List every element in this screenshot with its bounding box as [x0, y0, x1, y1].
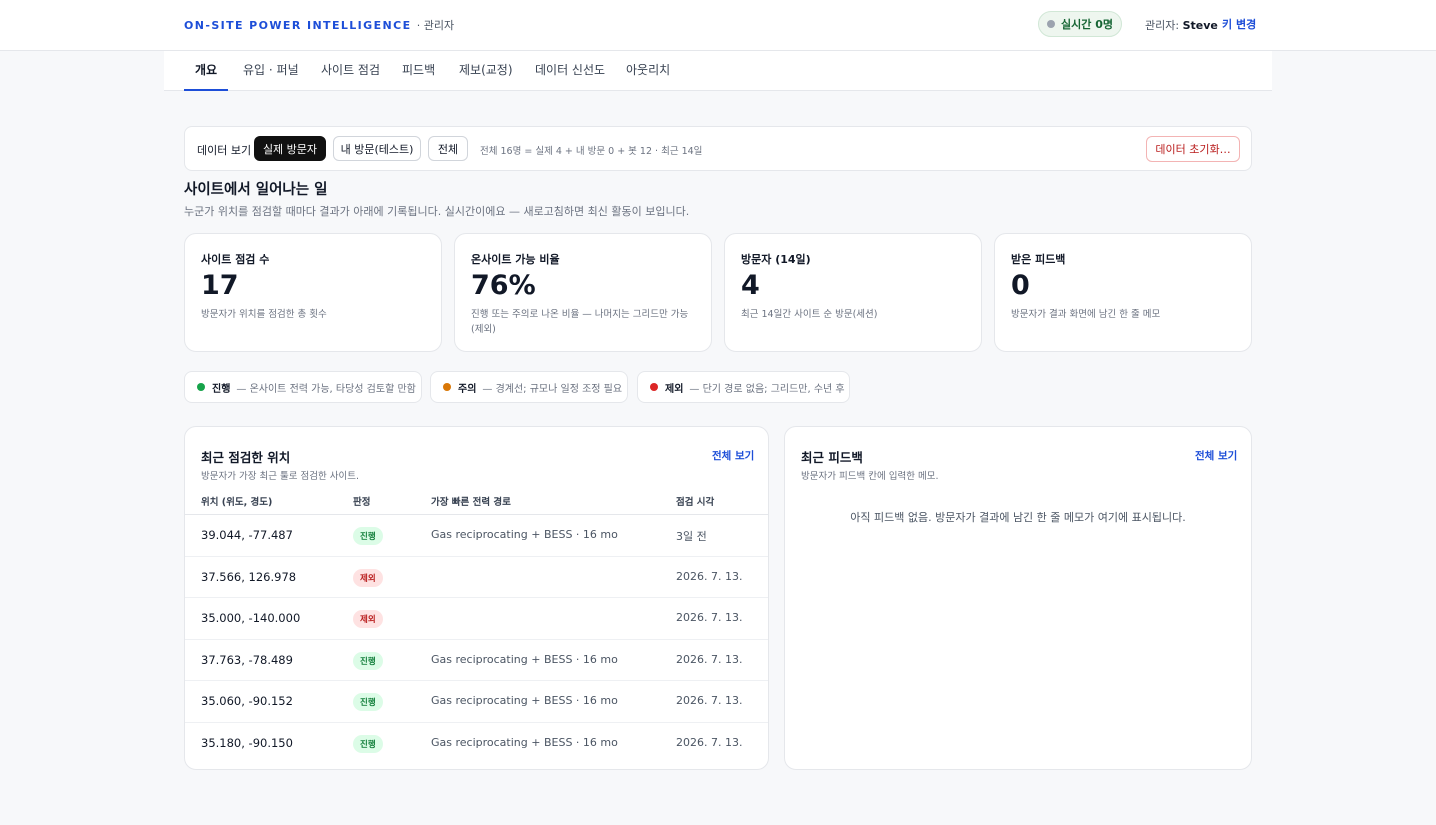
- key-change-link[interactable]: 키 변경: [1222, 16, 1256, 32]
- kpi-label: 사이트 점검 수: [201, 253, 270, 266]
- feedback-empty-state: 아직 피드백 없음. 방문자가 결과에 남긴 한 줄 메모가 여기에 표시됩니다…: [850, 511, 1186, 524]
- verdict-badge: 진행: [353, 734, 383, 753]
- brand: ON-SITE POWER INTELLIGENCE · 관리자: [184, 17, 454, 33]
- filter-real-visitors-button[interactable]: 실제 방문자: [254, 136, 326, 161]
- tab-data-freshness[interactable]: 데이터 신선도: [535, 51, 605, 91]
- section-description: 누군가 위치를 점검할 때마다 결과가 아래에 기록됩니다. 실시간이에요 — …: [184, 205, 690, 218]
- row-time: 2026. 7. 13.: [676, 569, 743, 583]
- section-title: 사이트에서 일어나는 일: [184, 182, 328, 198]
- filter-label: 데이터 보기: [197, 144, 252, 157]
- kpi-label: 받은 피드백: [1011, 253, 1066, 266]
- filter-my-visits-button[interactable]: 내 방문(테스트): [333, 136, 421, 161]
- recent-feedback-subtitle: 방문자가 피드백 칸에 입력한 메모.: [801, 471, 939, 482]
- kpi-card-onsite-ratio: 온사이트 가능 비율 76% 진행 또는 주의로 나온 비율 — 나머지는 그리…: [454, 233, 712, 352]
- row-location: 37.763, -78.489: [201, 652, 293, 667]
- live-visitors-badge: 실시간 0명: [1038, 11, 1122, 37]
- kpi-value: 17: [201, 270, 239, 301]
- kpi-card-feedback: 받은 피드백 0 방문자가 결과 화면에 남긴 한 줄 메모: [994, 233, 1252, 352]
- kpi-card-site-checks: 사이트 점검 수 17 방문자가 위치를 점검한 총 횟수: [184, 233, 442, 352]
- legend-desc: — 단기 경로 없음; 그리드만, 수년 후: [689, 383, 845, 395]
- legend-dot-excluded-icon: [650, 383, 658, 391]
- row-location: 35.180, -90.150: [201, 735, 293, 750]
- verdict-badge: 진행: [353, 693, 383, 711]
- tab-inflow-funnel[interactable]: 유입 · 퍼널: [243, 51, 299, 91]
- tab-feedback[interactable]: 피드백: [402, 51, 435, 91]
- table-row[interactable]: 35.000, -140.000 제외 2026. 7. 13.: [185, 598, 768, 640]
- tab-reports[interactable]: 제보(교정): [459, 51, 513, 91]
- admin-info: 관리자: Steve: [1145, 17, 1218, 33]
- row-route: Gas reciprocating + BESS · 16 mo: [431, 735, 618, 749]
- filter-summary: 전체 16명 = 실제 4 + 내 방문 0 + 봇 12 · 최근 14일: [480, 146, 703, 157]
- data-view-filter: 데이터 보기 실제 방문자 내 방문(테스트) 전체 전체 16명 = 실제 4…: [184, 126, 1252, 171]
- row-route: Gas reciprocating + BESS · 16 mo: [431, 652, 618, 666]
- legend-name: 주의: [458, 383, 477, 395]
- legend-name: 제외: [665, 383, 684, 395]
- brand-title: ON-SITE POWER INTELLIGENCE: [184, 19, 412, 32]
- kpi-value: 0: [1011, 270, 1030, 301]
- row-time: 2026. 7. 13.: [676, 611, 743, 624]
- row-location: 39.044, -77.487: [201, 528, 293, 542]
- table-row[interactable]: 39.044, -77.487 진행 Gas reciprocating + BES…: [185, 515, 768, 557]
- filter-all-button[interactable]: 전체: [428, 136, 468, 161]
- legend-excluded: 제외 — 단기 경로 없음; 그리드만, 수년 후: [637, 371, 850, 403]
- row-time: 3일 전: [676, 530, 707, 543]
- legend-dot-go-icon: [197, 383, 205, 391]
- kpi-description: 진행 또는 주의로 나온 비율 — 나머지는 그리드만 가능(제외): [471, 309, 689, 335]
- kpi-label: 온사이트 가능 비율: [471, 253, 560, 266]
- verdict-badge: 진행: [353, 527, 383, 545]
- reset-data-button[interactable]: 데이터 초기화…: [1146, 136, 1240, 162]
- row-location: 35.000, -140.000: [201, 611, 301, 625]
- row-location: 37.566, 126.978: [201, 569, 297, 584]
- kpi-value: 4: [741, 270, 760, 301]
- recent-sites-title: 최근 점검한 위치: [201, 450, 291, 465]
- table-row[interactable]: 37.763, -78.489 진행 Gas reciprocating + BES…: [185, 640, 768, 681]
- legend-dot-caution-icon: [443, 383, 451, 391]
- legend-name: 진행: [212, 383, 231, 395]
- column-header-location: 위치 (위도, 경도): [201, 497, 273, 508]
- recent-feedback-title: 최근 피드백: [801, 450, 863, 465]
- verdict-badge: 진행: [353, 651, 383, 670]
- column-header-route: 가장 빠른 전력 경로: [431, 497, 511, 508]
- recent-feedback-view-all-link[interactable]: 전체 보기: [1195, 448, 1237, 463]
- kpi-value: 76%: [471, 270, 536, 301]
- row-time: 2026. 7. 13.: [676, 735, 743, 749]
- recent-sites-subtitle: 방문자가 가장 최근 툴로 점검한 사이트.: [201, 471, 359, 482]
- tab-site-check[interactable]: 사이트 점검: [321, 51, 380, 91]
- tab-overview[interactable]: 개요: [184, 51, 228, 91]
- verdict-badge: 제외: [353, 568, 383, 587]
- legend-go: 진행 — 온사이트 전력 가능, 타당성 검토할 만함: [184, 371, 422, 403]
- admin-name: Steve: [1182, 19, 1218, 32]
- row-time: 2026. 7. 13.: [676, 694, 743, 707]
- row-location: 35.060, -90.152: [201, 694, 293, 708]
- column-header-verdict: 판정: [353, 497, 371, 508]
- recent-sites-card: 최근 점검한 위치 방문자가 가장 최근 툴로 점검한 사이트. 전체 보기 위…: [184, 426, 769, 770]
- legend-desc: — 온사이트 전력 가능, 타당성 검토할 만함: [236, 383, 416, 395]
- kpi-label: 방문자 (14일): [741, 253, 811, 266]
- legend-caution: 주의 — 경계선; 규모나 일정 조정 필요: [430, 371, 628, 403]
- table-row[interactable]: 37.566, 126.978 제외 2026. 7. 13.: [185, 557, 768, 598]
- table-row[interactable]: 35.060, -90.152 진행 Gas reciprocating + BES…: [185, 681, 768, 723]
- live-status-dot-icon: [1047, 20, 1056, 28]
- kpi-description: 방문자가 결과 화면에 남긴 한 줄 메모: [1011, 309, 1161, 320]
- brand-subtitle: · 관리자: [416, 19, 455, 32]
- verdict-badge: 제외: [353, 610, 383, 628]
- admin-prefix: 관리자:: [1145, 19, 1180, 32]
- top-bar: ON-SITE POWER INTELLIGENCE · 관리자 실시간 0명 …: [0, 0, 1436, 51]
- recent-feedback-card: 최근 피드백 방문자가 피드백 칸에 입력한 메모. 전체 보기 아직 피드백 …: [784, 426, 1252, 770]
- legend-desc: — 경계선; 규모나 일정 조정 필요: [482, 383, 623, 395]
- row-route: Gas reciprocating + BESS · 16 mo: [431, 528, 618, 541]
- kpi-card-visitors: 방문자 (14일) 4 최근 14일간 사이트 순 방문(세션): [724, 233, 982, 352]
- column-header-time: 점검 시각: [676, 497, 715, 508]
- row-route: Gas reciprocating + BESS · 16 mo: [431, 694, 618, 707]
- table-row[interactable]: 35.180, -90.150 진행 Gas reciprocating + BES…: [185, 723, 768, 765]
- live-visitors-label: 실시간 0명: [1061, 18, 1113, 31]
- kpi-description: 방문자가 위치를 점검한 총 횟수: [201, 309, 327, 320]
- kpi-description: 최근 14일간 사이트 순 방문(세션): [741, 309, 878, 320]
- recent-sites-view-all-link[interactable]: 전체 보기: [712, 448, 754, 463]
- tab-outreach[interactable]: 아웃리치: [626, 51, 670, 91]
- tab-bar: 개요 유입 · 퍼널 사이트 점검 피드백 제보(교정) 데이터 신선도 아웃리…: [164, 51, 1272, 91]
- row-time: 2026. 7. 13.: [676, 652, 743, 666]
